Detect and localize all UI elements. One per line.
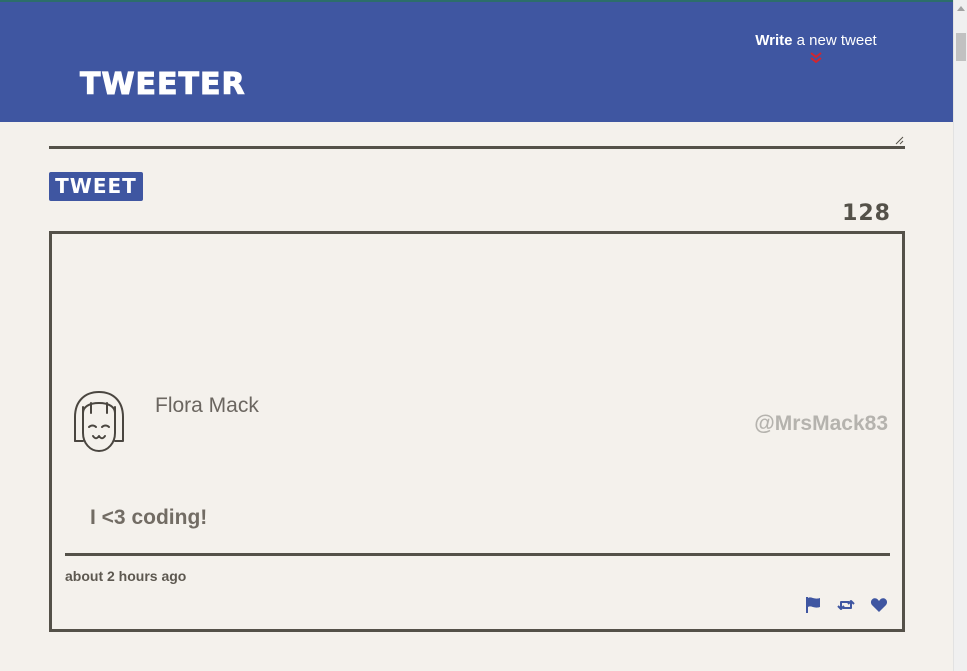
scroll-thumb[interactable] — [956, 33, 966, 61]
tweet-card: Flora Mack @MrsMack83 I <3 coding! about… — [49, 231, 905, 632]
vertical-scrollbar[interactable] — [953, 0, 967, 671]
author-handle: @MrsMack83 — [754, 412, 888, 435]
site-header: TWEETER Write a new tweet — [0, 2, 953, 122]
heart-icon[interactable] — [870, 596, 888, 614]
tweet-textarea-wrap — [49, 122, 905, 149]
flag-icon[interactable] — [804, 596, 822, 614]
retweet-icon[interactable] — [837, 596, 855, 614]
girl-avatar-icon — [74, 391, 124, 452]
tweet-timestamp: about 2 hours ago — [65, 568, 187, 584]
brand-logo[interactable]: TWEETER — [80, 69, 246, 100]
scroll-up-arrow-icon[interactable] — [954, 2, 967, 14]
author-name: Flora Mack — [155, 394, 259, 417]
page: TWEETER Write a new tweet TWEET 128 Flor… — [0, 0, 953, 671]
tweet-textarea[interactable] — [49, 122, 905, 146]
tweet-actions — [804, 596, 888, 614]
char-counter: 128 — [842, 201, 891, 226]
resize-grip-icon[interactable] — [895, 136, 904, 145]
write-rest: a new tweet — [792, 32, 877, 49]
double-chevron-down-icon — [810, 52, 822, 64]
write-word: Write — [755, 32, 793, 49]
tweet-content: I <3 coding! — [90, 506, 208, 529]
tweet-divider — [65, 553, 890, 556]
write-tweet-toggle[interactable]: Write a new tweet — [740, 32, 892, 65]
tweet-button[interactable]: TWEET — [49, 172, 143, 201]
